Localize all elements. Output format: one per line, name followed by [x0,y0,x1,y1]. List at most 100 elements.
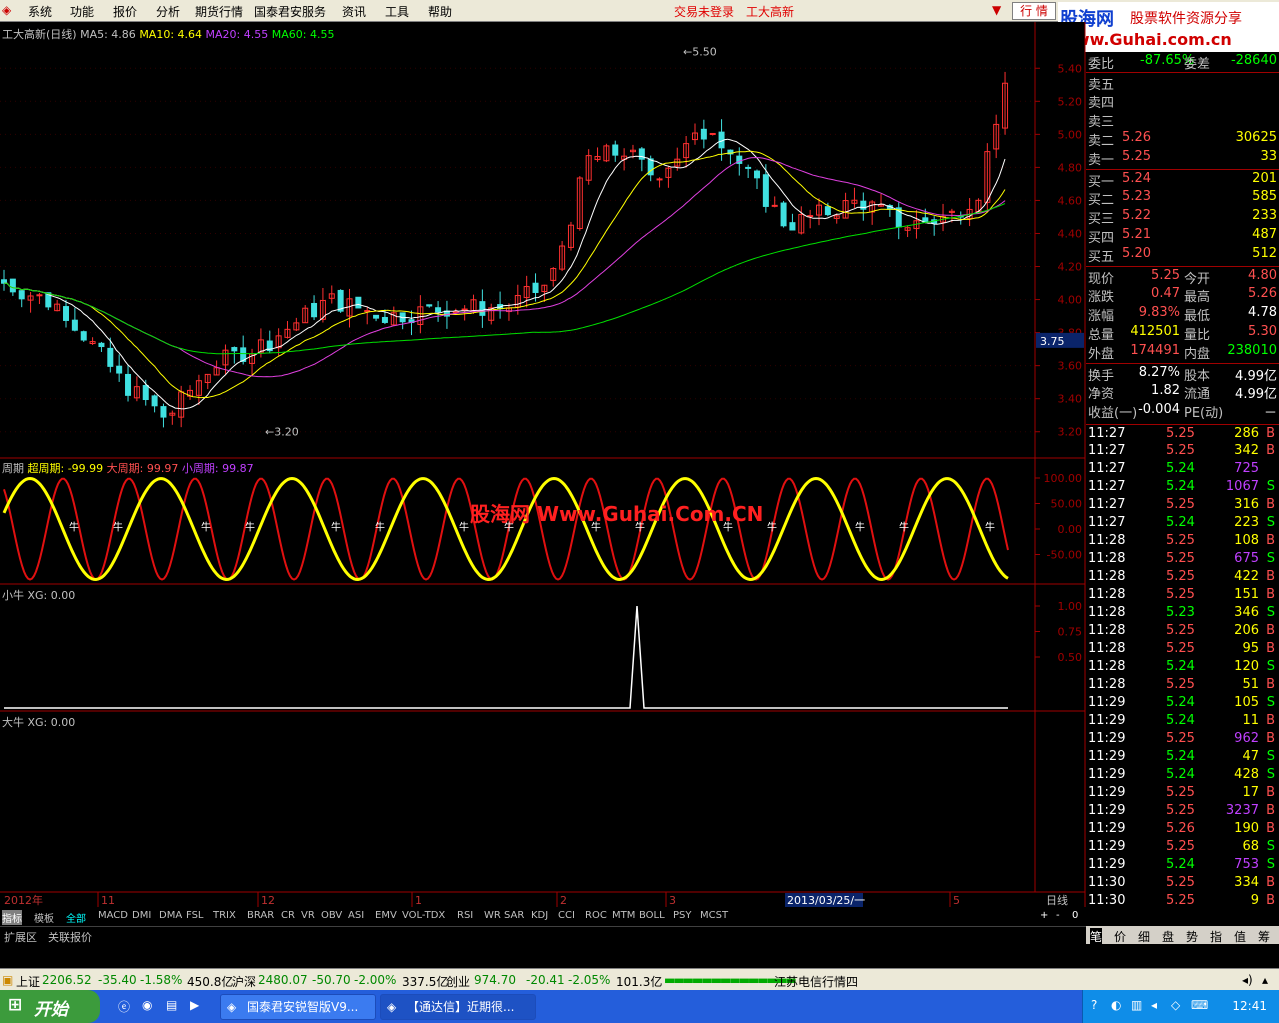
right-tab[interactable]: 笔 [1090,928,1103,945]
indicator-tab-fsl[interactable]: FSL [186,910,204,921]
right-tab[interactable]: 价 [1114,928,1126,945]
zoom-control-button[interactable]: + [1040,910,1048,921]
media-icon[interactable]: ▶ [190,998,199,1012]
right-tab[interactable]: 细 [1138,928,1150,945]
candle-body [426,304,433,307]
indicator-tab-cr[interactable]: CR [281,910,295,921]
indicator-tab-cci[interactable]: CCI [558,910,575,921]
indicator-tab-模板[interactable]: 模板 [34,910,54,925]
price-tick-label: 3.40 [1058,393,1083,406]
tab-extension[interactable]: 扩展区 [4,929,37,945]
network-icon[interactable]: ▥ [1131,998,1142,1012]
zoom-control-button[interactable]: - [1056,910,1060,921]
menu-system[interactable]: 系统 [28,3,52,20]
tick-row: 11:29 5.25 3237 B [1086,802,1279,821]
indicator-tab-指标[interactable]: 指标 [2,910,22,925]
task-tongdaxin[interactable]: ◈ 【通达信】近期很... [380,994,536,1020]
indicator-tab-sar[interactable]: SAR [504,910,524,921]
right-tab[interactable]: 指 [1210,928,1222,945]
sound-icon[interactable]: ◂) [1242,973,1253,987]
indicator-tab-mtm[interactable]: MTM [612,910,635,921]
quote-cell: 11:28 [1088,587,1126,602]
quote-cell: 5.21 [1122,227,1151,242]
menu-service[interactable]: 国泰君安服务 [254,3,326,20]
menu-futures[interactable]: 期货行情 [195,3,243,20]
indicator-tab-brar[interactable]: BRAR [247,910,274,921]
menu-help[interactable]: 帮助 [428,3,452,20]
quote-cell: 卖四 [1088,96,1115,111]
indicator-tab-vr[interactable]: VR [301,910,315,921]
indicator-tab-psy[interactable]: PSY [673,910,692,921]
quote-cell: 512 [1252,246,1277,261]
security-icon[interactable]: ◇ [1171,998,1180,1012]
hangqing-button[interactable]: 行 情 [1012,2,1056,20]
right-tab[interactable]: 筹 [1258,928,1270,945]
indicator-tab-dmi[interactable]: DMI [132,910,151,921]
scroll-icon[interactable]: ▴ [1262,973,1268,987]
menu-analysis[interactable]: 分析 [156,3,180,20]
quote-cell: 346 [1234,605,1259,620]
indicator-tab-roc[interactable]: ROC [585,910,607,921]
indicator-tab-wr[interactable]: WR [484,910,501,921]
ma5-label: MA5: 4.86 [80,28,136,41]
quote-cell: S [1266,767,1275,782]
arrow-down-icon[interactable]: ▼ [992,3,1001,17]
menu-function[interactable]: 功能 [70,3,94,20]
indicator-tab-emv[interactable]: EMV [375,910,397,921]
right-tab[interactable]: 势 [1186,928,1198,945]
start-button[interactable]: ⊞ 开始 [0,990,100,1023]
indicator-tab-mcst[interactable]: MCST [700,910,728,921]
indicator-tab-kdj[interactable]: KDJ [531,910,548,921]
quote-cell: 47 [1242,749,1259,764]
cy-label[interactable]: 创业 [446,973,470,990]
quote-cell: 206 [1234,623,1259,638]
sh-label[interactable]: 上证 [16,973,40,990]
quote-cell: 11:27 [1088,443,1126,458]
indicator-tab-rsi[interactable]: RSI [457,910,473,921]
indicator-tab-dma[interactable]: DMA [159,910,182,921]
indicator-tab-obv[interactable]: OBV [321,910,342,921]
indicator-tab-trix[interactable]: TRIX [213,910,236,921]
browser-icon[interactable]: ◉ [142,998,152,1012]
news-ticker[interactable]: 江苏电信行情四 [774,973,858,990]
quote-cell: B [1266,713,1275,728]
candle-body [9,278,16,293]
menu-news[interactable]: 资讯 [342,3,366,20]
quote-cell: 5.26 [1122,130,1151,145]
indicator-tab-vol-tdx[interactable]: VOL-TDX [402,910,445,921]
ie-icon[interactable]: ⓔ [118,998,130,1015]
indicator-tab-boll[interactable]: BOLL [639,910,665,921]
tab-related-quote[interactable]: 关联报价 [48,929,92,945]
task-guotai[interactable]: ◈ 国泰君安锐智版V9... [220,994,376,1020]
indicator-tab-asi[interactable]: ASI [348,910,364,921]
quote-cell: 190 [1234,821,1259,836]
menu-tools[interactable]: 工具 [385,3,409,20]
ime-icon[interactable]: ⌨ [1191,998,1208,1012]
indicator-tab-全部[interactable]: 全部 [66,910,86,925]
trade-login-status[interactable]: 交易未登录 [674,3,734,20]
volume-icon[interactable]: ◂ [1151,998,1157,1012]
help-icon[interactable]: ? [1091,998,1097,1012]
quote-cell: 5.25 [1166,641,1195,656]
task-tdx-icon: ◈ [387,1000,397,1014]
zoom-control-button[interactable]: 0 [1072,910,1078,921]
menu-quote[interactable]: 报价 [113,3,137,20]
xiaoniu-tick-label: 0.50 [1058,651,1083,664]
indicator-tab-macd[interactable]: MACD [98,910,128,921]
quote-cell: 30625 [1235,130,1277,145]
candle-body [116,365,123,374]
quote-cell: 流通 [1184,387,1211,402]
quote-cell: 151 [1234,587,1259,602]
start-label: 开始 [34,1000,68,1020]
tick-row: 11:27 5.24 1067 S [1086,478,1279,497]
right-tab[interactable]: 值 [1234,928,1246,945]
sz-label[interactable]: 沪深 [232,973,256,990]
quote-cell: 51 [1242,677,1259,692]
app-icon[interactable]: ◈ [2,3,11,17]
desktop-icon[interactable]: ▤ [166,998,177,1012]
right-tab[interactable]: 盘 [1162,928,1174,945]
cycle-tick-label: 0.00 [1058,523,1083,536]
quote-cell: 11:29 [1088,785,1126,800]
stats-row: 总量 412501 量比 5.30 [1086,323,1279,343]
qq-icon[interactable]: ◐ [1111,998,1121,1012]
